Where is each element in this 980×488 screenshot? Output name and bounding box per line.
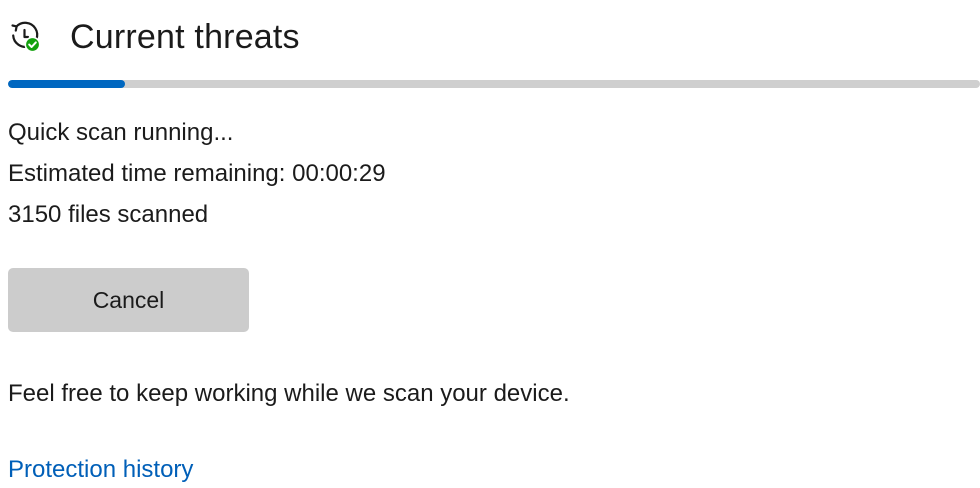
files-scanned-row: 3150 files scanned xyxy=(8,194,386,235)
time-remaining-row: Estimated time remaining: 00:00:29 xyxy=(8,153,386,194)
files-scanned-label: files scanned xyxy=(68,201,209,228)
scan-status-text: Quick scan running... xyxy=(8,119,234,146)
scan-info-text: Feel free to keep working while we scan … xyxy=(8,380,570,407)
page-title: Current threats xyxy=(70,18,300,56)
history-shield-check-icon xyxy=(8,17,48,57)
page-header: Current threats xyxy=(8,14,300,60)
scan-progress-fill xyxy=(8,80,125,88)
scan-status: Quick scan running... Estimated time rem… xyxy=(8,112,386,235)
protection-history-link[interactable]: Protection history xyxy=(8,452,193,488)
time-remaining-value: 00:00:29 xyxy=(292,160,386,187)
cancel-button[interactable]: Cancel xyxy=(8,268,249,332)
files-scanned-count: 3150 xyxy=(8,201,62,228)
time-remaining-label: Estimated time remaining: xyxy=(8,160,286,187)
scan-progress-bar xyxy=(8,80,980,88)
